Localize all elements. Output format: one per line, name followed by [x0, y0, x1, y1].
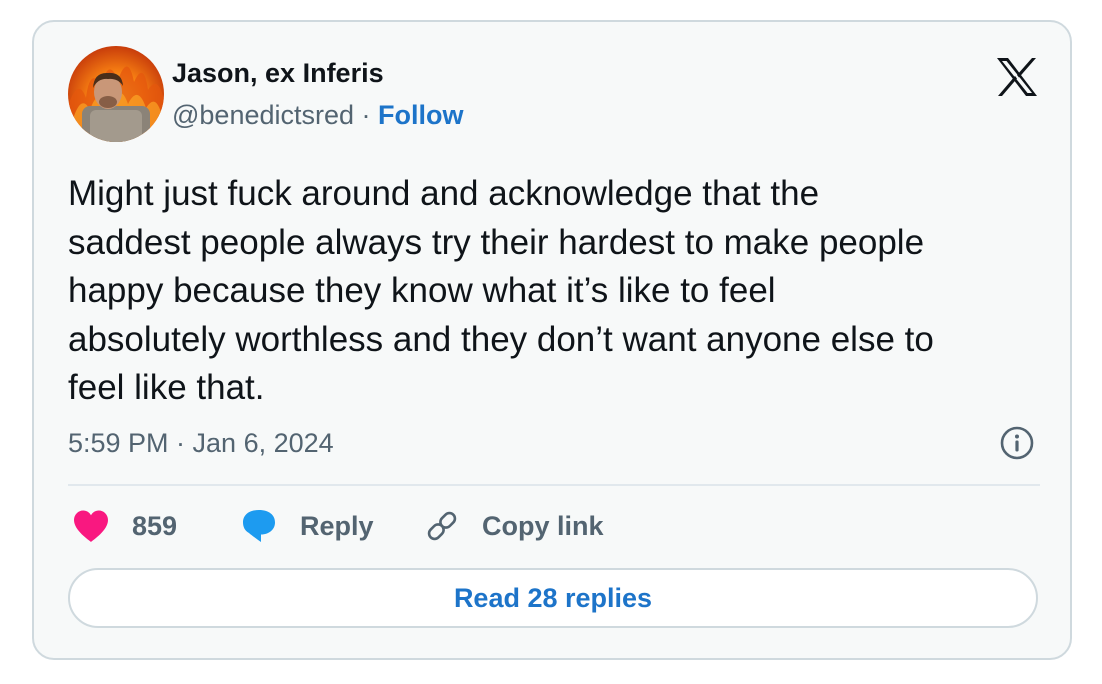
x-logo-icon[interactable]	[996, 58, 1038, 96]
read-replies-button[interactable]: Read 28 replies	[68, 568, 1038, 628]
timestamp[interactable]: 5:59 PM · Jan 6, 2024	[68, 428, 334, 459]
speech-bubble-icon	[243, 510, 275, 542]
copy-link-button[interactable]: Copy link	[424, 506, 604, 546]
tweet-text-line: saddest people always try their hardest …	[68, 222, 925, 262]
tweet-text-line: feel like that.	[68, 368, 265, 407]
link-icon	[427, 511, 457, 541]
info-icon[interactable]	[1000, 426, 1034, 460]
tweet-text-line: Might just fuck around and acknowledge t…	[68, 174, 820, 213]
tweet-card: Jason, ex Inferis @benedictsred · Follow…	[32, 20, 1072, 660]
reply-button[interactable]: Reply	[240, 506, 374, 546]
handle-row: @benedictsred · Follow	[172, 100, 464, 131]
avatar-image	[68, 46, 164, 142]
display-name[interactable]: Jason, ex Inferis	[172, 58, 384, 89]
tweet-text-line: happy because they know what it’s like t…	[68, 271, 776, 310]
handle[interactable]: @benedictsred	[172, 100, 354, 130]
follow-link[interactable]: Follow	[378, 100, 463, 130]
heart-icon	[74, 510, 108, 542]
like-button[interactable]: 859	[72, 506, 177, 546]
tweet-text-line: absolutely worthless and they don’t want…	[68, 319, 934, 359]
like-count: 859	[132, 510, 178, 541]
avatar[interactable]	[68, 46, 164, 142]
divider	[68, 484, 1040, 486]
reply-label: Reply	[300, 510, 374, 541]
handle-separator: ·	[361, 100, 371, 130]
tweet-text: Might just fuck around and acknowledge t…	[68, 170, 1058, 413]
copy-link-label: Copy link	[482, 510, 604, 541]
